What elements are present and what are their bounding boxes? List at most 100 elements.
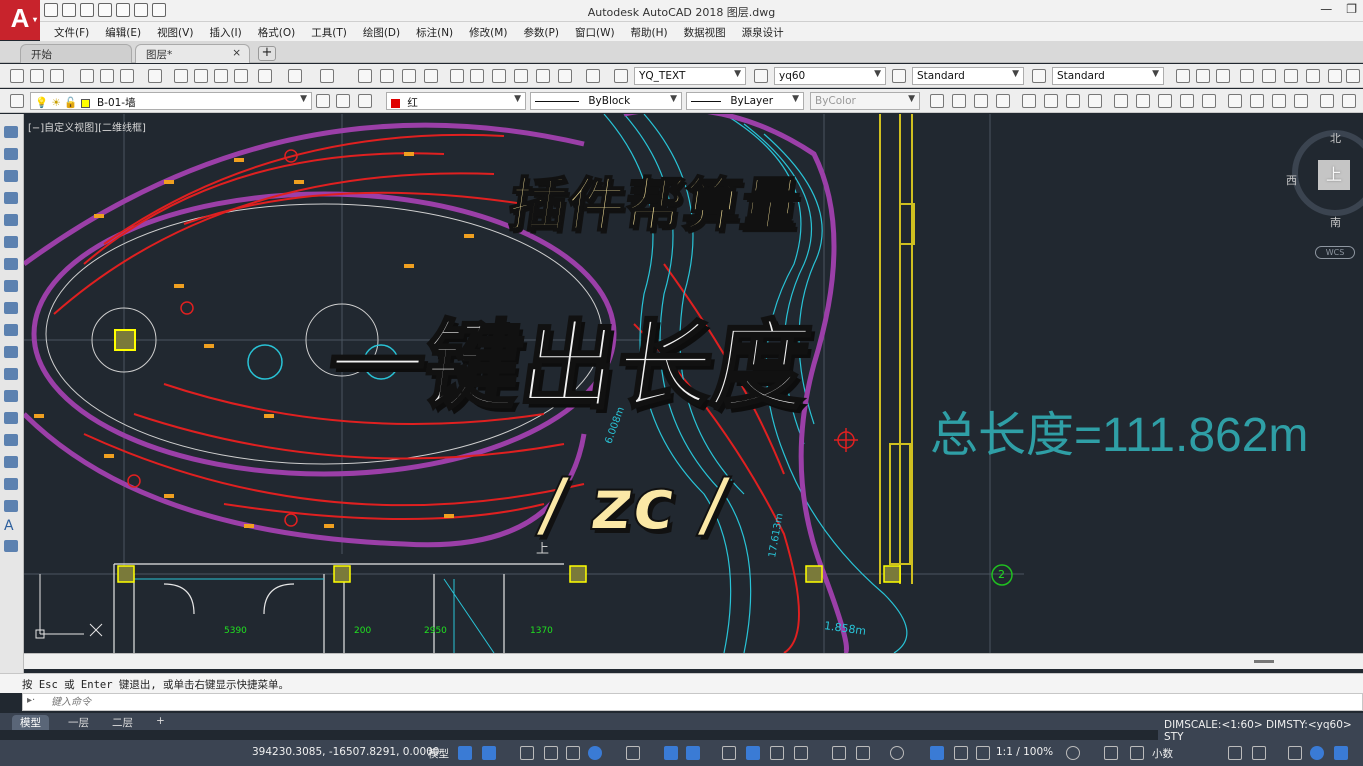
color-select[interactable]: 红 ▼ <box>386 92 526 110</box>
zoom-realtime-icon[interactable] <box>380 69 394 83</box>
text-frame-icon[interactable] <box>1328 69 1342 83</box>
dim-radius-icon[interactable] <box>1022 94 1036 108</box>
quick-dim-icon[interactable] <box>1114 94 1128 108</box>
tab-model[interactable]: 模型 <box>12 715 49 730</box>
jogged-linear-icon[interactable] <box>1294 94 1308 108</box>
make-block-icon[interactable] <box>4 390 18 402</box>
menu-insert[interactable]: 插入(I) <box>201 22 249 41</box>
pan-icon[interactable] <box>358 69 372 83</box>
ellipse-arc-icon[interactable] <box>4 346 18 358</box>
linetype-select[interactable]: ByBlock ▼ <box>530 92 682 110</box>
dim-linear-icon[interactable] <box>930 94 944 108</box>
annotation-scale-icon[interactable] <box>976 746 990 760</box>
compass-west[interactable]: 西 <box>1286 172 1297 188</box>
hatch-icon[interactable] <box>4 434 18 446</box>
text-style-icon[interactable] <box>614 69 628 83</box>
dim-update-icon[interactable] <box>1342 94 1356 108</box>
clean-screen-icon[interactable] <box>1334 746 1348 760</box>
dim-arc-icon[interactable] <box>974 94 988 108</box>
viewcube[interactable]: 上 北 南 西 <box>1286 130 1363 229</box>
justify-text-icon[interactable] <box>1284 69 1298 83</box>
gradient-icon[interactable] <box>4 456 18 468</box>
menu-modify[interactable]: 修改(M) <box>461 22 515 41</box>
layer-previous-icon[interactable] <box>336 94 350 108</box>
table-style-icon[interactable] <box>892 69 906 83</box>
close-icon[interactable]: × <box>232 47 241 59</box>
copy-icon[interactable] <box>194 69 208 83</box>
add-selected-icon[interactable] <box>4 540 18 552</box>
hardware-acceleration-icon[interactable] <box>1310 746 1324 760</box>
selection-filter-icon[interactable] <box>856 746 870 760</box>
revision-cloud-icon[interactable] <box>4 280 18 292</box>
menu-dimension[interactable]: 标注(N) <box>408 22 461 41</box>
design-center-icon[interactable] <box>470 69 484 83</box>
layer-manager-icon[interactable] <box>10 94 24 108</box>
sheet-set-icon[interactable] <box>514 69 528 83</box>
scrollbar-thumb[interactable] <box>1254 660 1274 663</box>
tolerance-icon[interactable] <box>1228 94 1242 108</box>
plotstyle-select[interactable]: ByColor ▼ <box>810 92 920 110</box>
command-prompt-icon[interactable]: ▸· <box>27 695 35 706</box>
convert-space-icon[interactable] <box>1306 69 1320 83</box>
dim-baseline-icon[interactable] <box>1136 94 1150 108</box>
point-icon[interactable] <box>4 412 18 424</box>
calculator-icon[interactable] <box>558 69 572 83</box>
selection-cycling-icon[interactable] <box>770 746 784 760</box>
publish-icon[interactable] <box>120 69 134 83</box>
dim-break-icon[interactable] <box>1202 94 1216 108</box>
lock-ui-icon[interactable] <box>1252 746 1266 760</box>
find-text-icon[interactable] <box>1216 69 1230 83</box>
menu-window[interactable]: 窗口(W) <box>567 22 623 41</box>
quick-properties-icon[interactable] <box>1228 746 1242 760</box>
zoom-previous-icon[interactable] <box>424 69 438 83</box>
dynamic-ucs-icon[interactable] <box>832 746 846 760</box>
gizmo-icon[interactable] <box>890 746 904 760</box>
tab-layout-1[interactable]: 一层 <box>60 715 97 730</box>
markup-icon[interactable] <box>536 69 550 83</box>
lineweight-select[interactable]: ByLayer ▼ <box>686 92 804 110</box>
plot-icon[interactable] <box>80 69 94 83</box>
text-scale-icon[interactable] <box>1262 69 1276 83</box>
menu-help[interactable]: 帮助(H) <box>623 22 676 41</box>
line-tool-icon[interactable] <box>4 126 18 138</box>
new-icon[interactable] <box>10 69 24 83</box>
menu-edit[interactable]: 编辑(E) <box>97 22 149 41</box>
grid-icon[interactable] <box>458 746 472 760</box>
plot-preview-icon[interactable] <box>100 69 114 83</box>
tool-palettes-icon[interactable] <box>492 69 506 83</box>
region-icon[interactable] <box>4 478 18 490</box>
dim-space-icon[interactable] <box>1180 94 1194 108</box>
restore-icon[interactable]: ❐ <box>1346 2 1357 16</box>
dim-ordinate-icon[interactable] <box>996 94 1010 108</box>
insert-block-icon[interactable] <box>4 368 18 380</box>
add-layout-button[interactable]: + <box>148 715 173 730</box>
workspace-gear-icon[interactable] <box>1066 746 1080 760</box>
table-icon[interactable] <box>4 500 18 512</box>
ortho-icon[interactable] <box>566 746 580 760</box>
menu-tools[interactable]: 工具(T) <box>303 22 355 41</box>
isolate-objects-icon[interactable] <box>1288 746 1302 760</box>
properties-icon[interactable] <box>450 69 464 83</box>
text-style-select[interactable]: YQ_TEXT ▼ <box>634 67 746 85</box>
zoom-window-icon[interactable] <box>402 69 416 83</box>
block-editor-icon[interactable] <box>258 69 272 83</box>
cut-icon[interactable] <box>174 69 188 83</box>
annotation-visibility-icon[interactable] <box>930 746 944 760</box>
3d-print-icon[interactable] <box>148 69 162 83</box>
infer-constraints-icon[interactable] <box>520 746 534 760</box>
compass-south[interactable]: 南 <box>1330 214 1341 230</box>
app-menu-button[interactable]: A ▾ <box>0 0 40 40</box>
units-icon[interactable] <box>1130 746 1144 760</box>
construction-line-icon[interactable] <box>4 148 18 160</box>
mtext-icon[interactable] <box>1176 69 1190 83</box>
isodraft-icon[interactable] <box>626 746 640 760</box>
lineweight-icon[interactable] <box>722 746 736 760</box>
dim-angular-icon[interactable] <box>1088 94 1102 108</box>
paste-icon[interactable] <box>214 69 228 83</box>
object-snap-tracking-icon[interactable] <box>664 746 678 760</box>
menu-parametric[interactable]: 参数(P) <box>515 22 567 41</box>
spline-icon[interactable] <box>4 302 18 314</box>
more-tools-icon[interactable] <box>1346 69 1360 83</box>
mleader-style-icon[interactable] <box>1032 69 1046 83</box>
command-input[interactable] <box>51 695 751 709</box>
